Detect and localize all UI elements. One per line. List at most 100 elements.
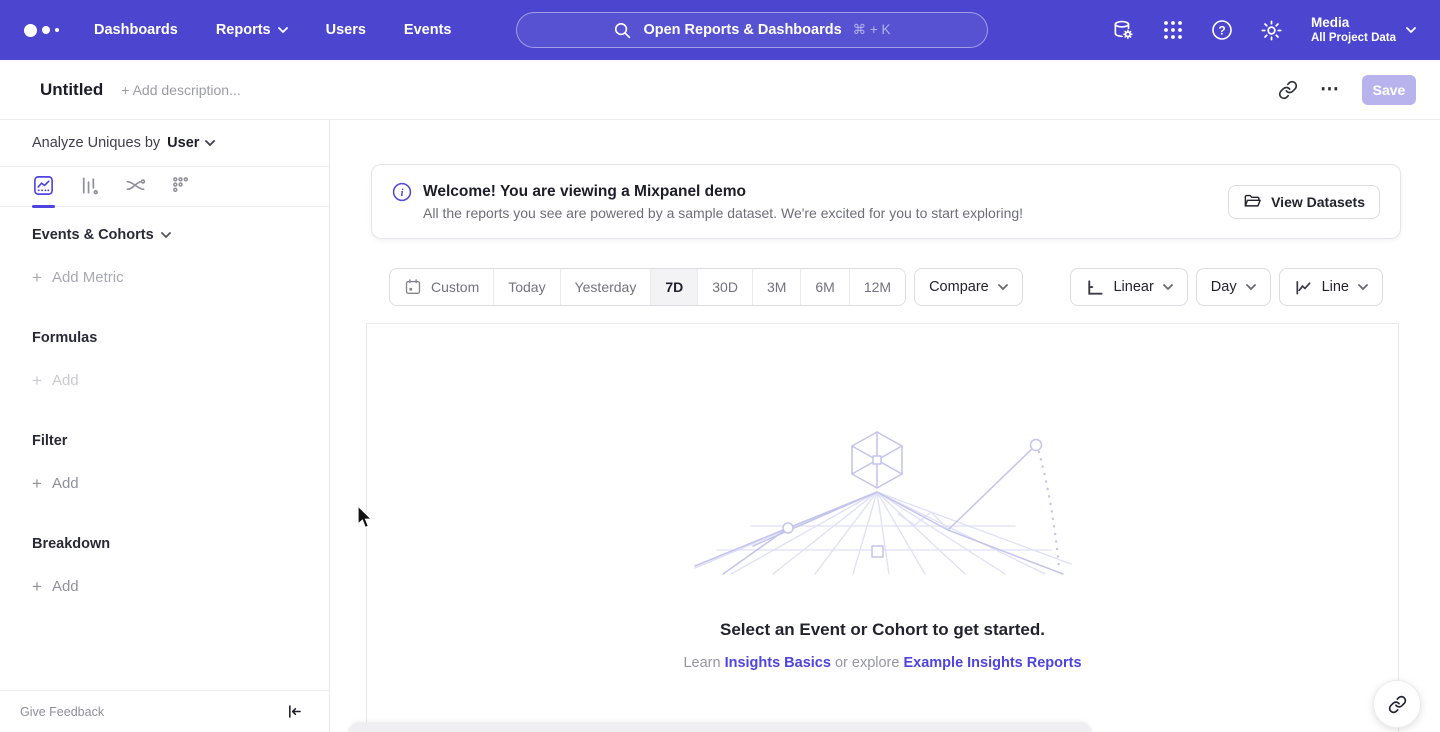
date-range-12m[interactable]: 12M [850, 269, 905, 305]
add-breakdown-button[interactable]: + Add [0, 578, 329, 595]
formulas-label: Formulas [32, 330, 97, 346]
apps-grid-button[interactable] [1161, 18, 1185, 42]
tab-insights-line-chart[interactable] [32, 174, 55, 206]
svg-text:?: ? [1218, 23, 1225, 37]
nav-events-label: Events [404, 22, 452, 38]
analyze-by-dropdown[interactable]: User [167, 135, 215, 151]
mixpanel-logo[interactable] [24, 24, 70, 37]
primary-nav: Dashboards Reports Users Events [94, 22, 451, 38]
date-range-6m[interactable]: 6M [801, 269, 849, 305]
date-range-today[interactable]: Today [494, 269, 560, 305]
plus-icon: + [32, 476, 42, 491]
compare-label: Compare [929, 279, 989, 295]
granularity-label: Day [1211, 279, 1237, 295]
search-icon [613, 21, 632, 40]
content-area: Analyze Uniques by User [0, 120, 1440, 732]
nav-dashboards-label: Dashboards [94, 22, 178, 38]
search-shortcut: ⌘ + K [853, 22, 891, 38]
tab-retention-dots[interactable] [170, 174, 193, 206]
search-placeholder: Open Reports & Dashboards [643, 22, 841, 38]
nav-reports[interactable]: Reports [216, 22, 288, 38]
bar-chart-icon [78, 174, 101, 197]
scale-dropdown[interactable]: Linear [1070, 268, 1187, 306]
date-range-custom[interactable]: Custom [390, 269, 494, 305]
view-datasets-button[interactable]: View Datasets [1228, 185, 1380, 219]
project-switcher[interactable]: Media All Project Data [1311, 15, 1416, 45]
events-cohorts-header[interactable]: Events & Cohorts [0, 227, 329, 243]
filter-label: Filter [32, 433, 67, 449]
database-gear-icon [1111, 18, 1136, 43]
settings-button[interactable] [1259, 18, 1284, 43]
topbar-actions: ? Media All Project Data [1111, 15, 1416, 45]
sidebar-footer: Give Feedback [0, 690, 329, 732]
nav-events[interactable]: Events [404, 22, 452, 38]
insights-basics-link[interactable]: Insights Basics [725, 655, 831, 671]
example-insights-reports-link[interactable]: Example Insights Reports [903, 655, 1081, 671]
compare-dropdown[interactable]: Compare [914, 268, 1023, 306]
more-options-button[interactable]: ⋯ [1320, 85, 1340, 95]
report-title[interactable]: Untitled [40, 80, 103, 100]
formulas-section: Formulas + Add [0, 330, 329, 389]
share-link-fab[interactable] [1373, 680, 1421, 728]
project-subtitle: All Project Data [1311, 31, 1396, 45]
help-button[interactable]: ? [1210, 18, 1234, 42]
scale-label: Linear [1113, 279, 1153, 295]
add-breakdown-label: Add [52, 578, 79, 595]
date-range-today-label: Today [508, 279, 545, 295]
analyze-row: Analyze Uniques by User [0, 120, 329, 167]
date-range-custom-label: Custom [431, 279, 479, 295]
plus-icon: + [32, 373, 42, 388]
nav-users[interactable]: Users [326, 22, 366, 38]
global-search-input[interactable]: Open Reports & Dashboards ⌘ + K [516, 12, 988, 48]
collapse-left-icon [286, 703, 303, 720]
nav-reports-label: Reports [216, 22, 271, 38]
date-range-3m[interactable]: 3M [753, 269, 801, 305]
tab-bar-chart[interactable] [78, 174, 101, 206]
collapse-sidebar-button[interactable] [286, 703, 303, 720]
copy-link-button[interactable] [1278, 80, 1298, 100]
nav-dashboards[interactable]: Dashboards [94, 22, 178, 38]
report-header: Untitled + Add description... ⋯ Save [0, 60, 1440, 120]
calendar-icon [404, 278, 422, 296]
empty-middle: or explore [831, 655, 904, 671]
svg-text:i: i [400, 187, 404, 199]
top-navigation-bar: Dashboards Reports Users Events Open Rep… [0, 0, 1440, 60]
banner-body: All the reports you see are powered by a… [423, 205, 1023, 221]
date-range-7d-label: 7D [665, 279, 683, 295]
analyze-value: User [167, 135, 199, 151]
add-formula-button[interactable]: + Add [0, 372, 329, 389]
date-range-7d[interactable]: 7D [651, 269, 698, 305]
give-feedback-link[interactable]: Give Feedback [20, 705, 104, 719]
date-range-picker: Custom Today Yesterday 7D 30D 3M 6M 12M [389, 268, 906, 306]
date-range-yesterday[interactable]: Yesterday [561, 269, 652, 305]
apps-grid-icon [1161, 18, 1185, 42]
chevron-down-icon [278, 27, 288, 33]
date-range-3m-label: 3M [767, 279, 786, 295]
events-cohorts-section: Events & Cohorts + Add Metric [0, 227, 329, 286]
data-connections-button[interactable] [1111, 18, 1136, 43]
logo-dot-small [55, 28, 59, 32]
linear-axes-icon [1085, 278, 1104, 297]
add-filter-button[interactable]: + Add [0, 475, 329, 492]
chevron-down-icon [998, 284, 1008, 290]
breakdown-section: Breakdown + Add [0, 536, 329, 595]
granularity-dropdown[interactable]: Day [1196, 268, 1271, 306]
chart-panel: Select an Event or Cohort to get started… [366, 323, 1399, 732]
bottom-sheet-peek[interactable] [348, 722, 1092, 732]
save-button[interactable]: Save [1362, 75, 1416, 105]
report-main-area: i Welcome! You are viewing a Mixpanel de… [330, 120, 1440, 732]
chevron-down-icon [1406, 27, 1416, 33]
add-description-field[interactable]: + Add description... [121, 82, 240, 98]
tab-flow-chart[interactable] [124, 174, 147, 206]
add-metric-button[interactable]: + Add Metric [0, 269, 329, 286]
chart-type-dropdown[interactable]: Line [1279, 268, 1383, 306]
plus-icon: + [32, 270, 42, 285]
chart-type-tabs [0, 167, 329, 207]
date-range-30d[interactable]: 30D [698, 269, 753, 305]
breakdown-label: Breakdown [32, 536, 110, 552]
folder-open-icon [1243, 192, 1262, 211]
date-range-12m-label: 12M [864, 279, 891, 295]
empty-prefix: Learn [683, 655, 724, 671]
chevron-down-icon [1246, 284, 1256, 290]
empty-state-title: Select an Event or Cohort to get started… [720, 620, 1045, 640]
